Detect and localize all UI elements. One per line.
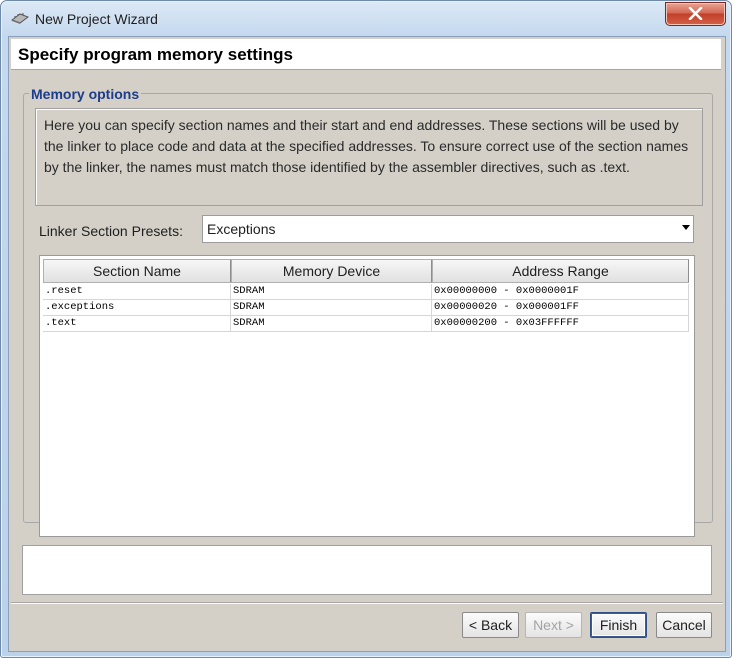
window-title: New Project Wizard (35, 11, 158, 27)
wizard-body: Specify program memory settings Memory o… (8, 36, 726, 652)
back-button[interactable]: < Back (462, 612, 519, 638)
sections-table[interactable]: Section Name Memory Device Address Range… (39, 255, 695, 537)
linker-presets-label: Linker Section Presets: (39, 223, 183, 239)
next-button[interactable]: Next > (525, 612, 582, 638)
cancel-button[interactable]: Cancel (656, 612, 712, 638)
table-row[interactable]: .text SDRAM 0x00000200 - 0x03FFFFFF (43, 316, 689, 332)
address-range-cell[interactable]: 0x00000200 - 0x03FFFFFF (432, 316, 689, 332)
button-separator (11, 602, 723, 604)
table-row[interactable]: .exceptions SDRAM 0x00000020 - 0x000001F… (43, 300, 689, 316)
close-icon (688, 7, 703, 20)
wizard-window: New Project Wizard Specify program memor… (0, 0, 732, 658)
wizard-header: Specify program memory settings (11, 39, 721, 70)
linker-presets-value: Exceptions (207, 221, 276, 237)
memory-options-description: Here you can specify section names and t… (35, 108, 703, 206)
section-name-cell[interactable]: .text (43, 316, 231, 332)
memory-device-cell[interactable]: SDRAM (231, 300, 432, 316)
table-body: .reset SDRAM 0x00000000 - 0x0000001F .ex… (43, 284, 689, 332)
message-area (22, 545, 712, 595)
address-range-cell[interactable]: 0x00000020 - 0x000001FF (432, 300, 689, 316)
title-bar[interactable]: New Project Wizard (1, 1, 731, 37)
chip-icon (10, 11, 30, 25)
section-name-cell[interactable]: .reset (43, 284, 231, 300)
column-header-memory-device[interactable]: Memory Device (231, 259, 432, 283)
table-row[interactable]: .reset SDRAM 0x00000000 - 0x0000001F (43, 284, 689, 300)
chevron-down-icon[interactable] (682, 225, 690, 230)
section-name-cell[interactable]: .exceptions (43, 300, 231, 316)
column-header-address-range[interactable]: Address Range (432, 259, 689, 283)
column-header-section-name[interactable]: Section Name (43, 259, 231, 283)
close-button[interactable] (665, 2, 726, 26)
table-header: Section Name Memory Device Address Range (43, 259, 689, 283)
address-range-cell[interactable]: 0x00000000 - 0x0000001F (432, 284, 689, 300)
memory-device-cell[interactable]: SDRAM (231, 284, 432, 300)
finish-button[interactable]: Finish (590, 612, 647, 638)
linker-presets-dropdown[interactable]: Exceptions (202, 215, 694, 243)
memory-device-cell[interactable]: SDRAM (231, 316, 432, 332)
page-title: Specify program memory settings (18, 45, 293, 64)
memory-options-legend: Memory options (29, 86, 142, 102)
